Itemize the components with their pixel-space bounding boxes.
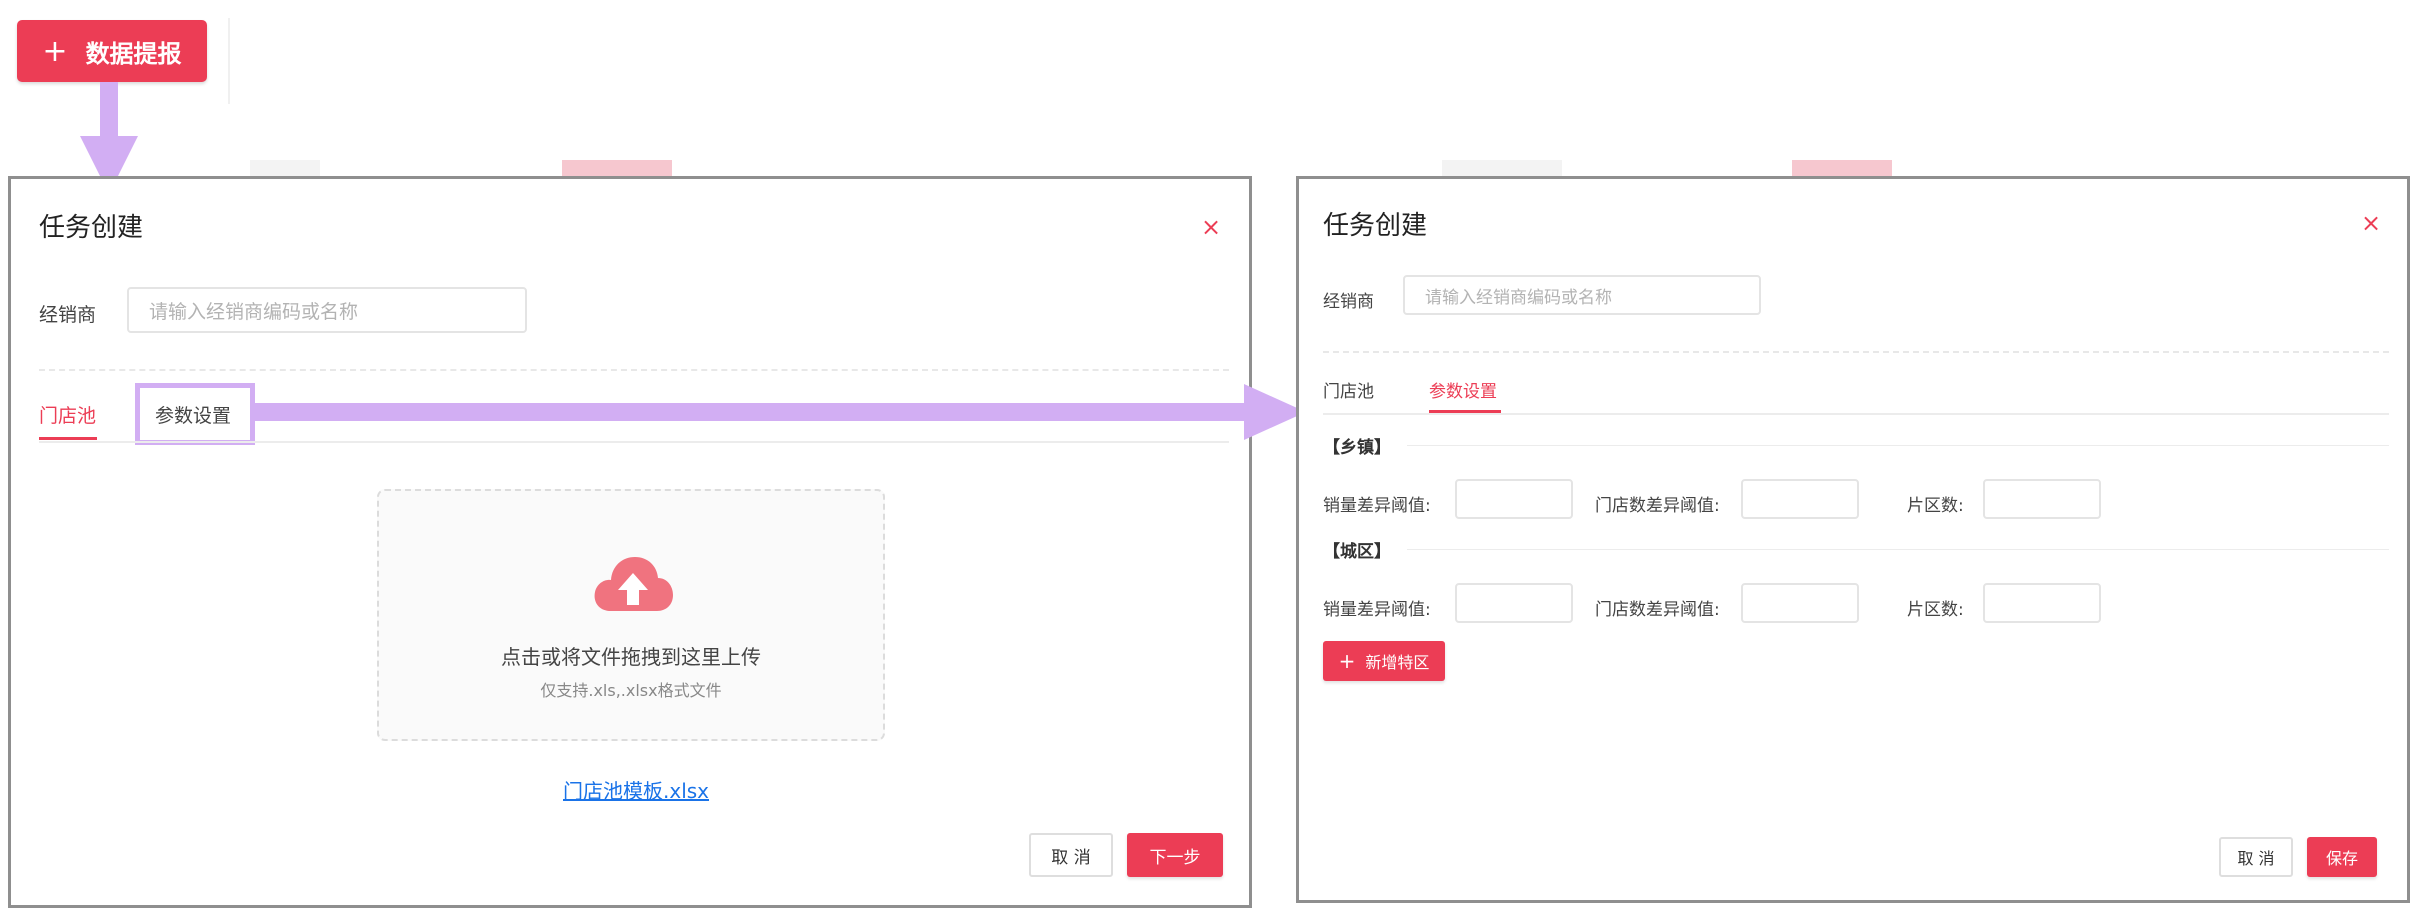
cancel-button[interactable]: 取 消 [1029,833,1113,877]
add-special-zone-button[interactable]: + 新增特区 [1323,641,1445,681]
dialog-title: 任务创建 [1323,211,1428,241]
save-button[interactable]: 保存 [2307,837,2377,877]
upload-dropzone[interactable]: 点击或将文件拖拽到这里上传 仅支持.xls,.xlsx格式文件 [377,489,885,741]
tab-params-settings[interactable]: 参数设置 [1429,377,1497,402]
active-tab-indicator [39,437,97,440]
section-divider [1407,549,2389,550]
tab-params-settings[interactable]: 参数设置 [155,401,231,428]
sales-diff-threshold-input[interactable] [1455,479,1573,519]
sales-diff-threshold-label: 销量差异阈值: [1323,496,1431,516]
template-download-link[interactable]: 门店池模板.xlsx [563,775,709,804]
tabs-baseline [39,441,1229,443]
close-icon[interactable]: × [2361,211,2381,235]
district-count-input[interactable] [1983,479,2101,519]
dealer-search-input[interactable]: 请输入经销商编码或名称 [127,287,527,333]
dialog-title: 任务创建 [39,213,144,243]
store-count-diff-threshold-label: 门店数差异阈值: [1595,600,1720,620]
background-fragment [1792,160,1892,176]
tab-store-pool[interactable]: 门店池 [1323,377,1374,402]
upload-sub-text: 仅支持.xls,.xlsx格式文件 [540,681,722,700]
cancel-button[interactable]: 取 消 [2219,837,2293,877]
task-create-dialog-upload: 任务创建 × 经销商 请输入经销商编码或名称 门店池 参数设置 点击或将文件拖拽… [8,176,1252,908]
store-count-diff-threshold-input[interactable] [1741,583,1859,623]
dealer-label: 经销商 [39,304,97,326]
add-special-zone-label: 新增特区 [1365,653,1430,672]
sales-diff-threshold-input[interactable] [1455,583,1573,623]
store-count-diff-threshold-label: 门店数差异阈值: [1595,496,1720,516]
tab-store-pool[interactable]: 门店池 [39,401,96,428]
tabs-baseline [1323,413,2389,415]
section-title-urban: 【城区】 [1323,542,1391,562]
annotation-arrow-right [250,403,1250,421]
upload-main-text: 点击或将文件拖拽到这里上传 [501,645,761,669]
background-fragment [250,160,320,176]
district-count-label: 片区数: [1907,600,1964,620]
background-fragment [562,160,672,176]
cloud-upload-icon [594,557,673,611]
background-fragment [1442,160,1562,176]
plus-icon: + [1338,649,1356,673]
dealer-label: 经销商 [1323,292,1374,312]
sales-diff-threshold-label: 销量差异阈值: [1323,600,1431,620]
district-count-label: 片区数: [1907,496,1964,516]
section-divider [1407,445,2389,446]
divider [39,369,1229,371]
annotation-arrow-down [100,82,118,140]
close-icon[interactable]: × [1201,215,1221,239]
data-report-label: 数据提报 [85,39,182,68]
plus-icon: + [42,33,68,69]
section-title-township: 【乡镇】 [1323,438,1391,458]
divider [1323,351,2389,353]
task-create-dialog-params: 任务创建 × 经销商 请输入经销商编码或名称 门店池 参数设置 【乡镇】 销量差… [1296,176,2410,903]
divider [228,18,230,104]
data-report-button[interactable]: + 数据提报 [17,20,207,82]
dealer-search-input[interactable]: 请输入经销商编码或名称 [1403,275,1761,315]
next-step-button[interactable]: 下一步 [1127,833,1223,877]
store-count-diff-threshold-input[interactable] [1741,479,1859,519]
district-count-input[interactable] [1983,583,2101,623]
